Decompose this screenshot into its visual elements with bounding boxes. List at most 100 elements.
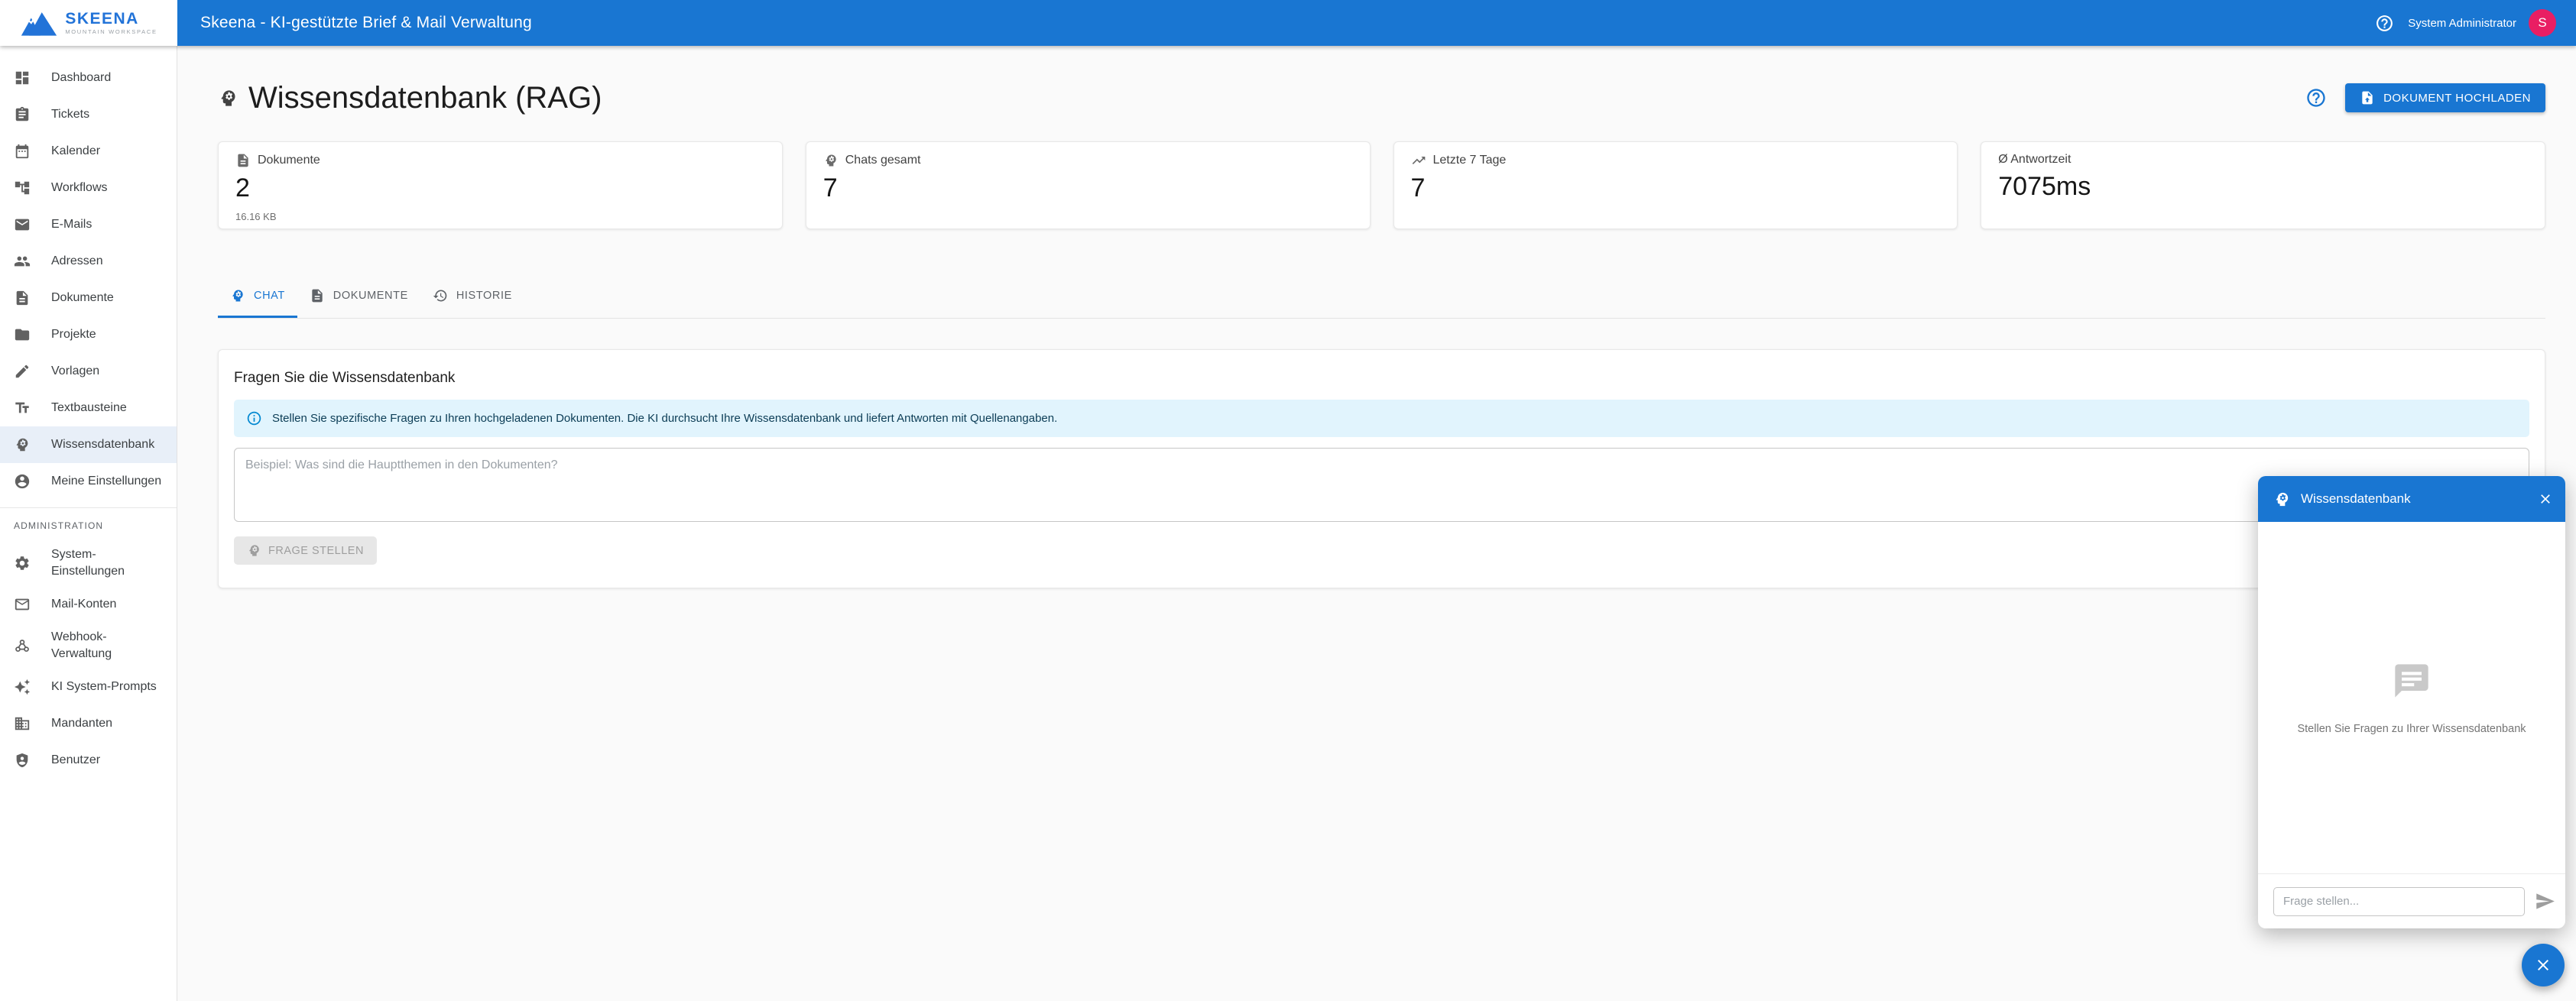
sidebar-item-label: Mandanten: [51, 715, 112, 732]
sidebar-item-tickets[interactable]: Tickets: [0, 96, 177, 133]
upload-file-icon: [2360, 90, 2375, 105]
psychology-icon: [823, 153, 839, 168]
chat-fab-close-button[interactable]: [2522, 944, 2565, 986]
close-icon[interactable]: [2538, 491, 2553, 507]
knowledge-chat-panel: Fragen Sie die Wissensdatenbank Stellen …: [218, 349, 2545, 588]
webhook-icon: [14, 637, 31, 654]
pencil-icon: [14, 363, 31, 380]
stat-label: Ø Antwortzeit: [1998, 153, 2071, 167]
send-icon[interactable]: [2535, 891, 2555, 912]
ask-button-label: FRAGE STELLEN: [268, 545, 364, 557]
stat-label: Chats gesamt: [845, 154, 921, 167]
sidebar-item-label: Mail-Konten: [51, 596, 116, 613]
chat-widget-footer: [2258, 873, 2565, 928]
sidebar-item-label: Wissensdatenbank: [51, 436, 154, 453]
user-name: System Administrator: [2408, 17, 2516, 30]
tab-label: DOKUMENTE: [333, 290, 408, 302]
chat-widget: Wissensdatenbank Stellen Sie Fragen zu I…: [2258, 476, 2565, 928]
sidebar-item-workflows[interactable]: Workflows: [0, 170, 177, 206]
sidebar-item-benutzer[interactable]: Benutzer: [0, 742, 177, 779]
sidebar-item-system-einstellungen[interactable]: System- Einstellungen: [0, 540, 177, 586]
page-header: Wissensdatenbank (RAG) DOKUMENT HOCHLADE…: [218, 76, 2545, 119]
mountain-icon: [20, 8, 58, 37]
sidebar-item-mail-konten[interactable]: Mail-Konten: [0, 586, 177, 623]
document-icon: [14, 290, 31, 306]
stat-value: 7075ms: [1998, 172, 2528, 202]
tab-chat[interactable]: CHAT: [218, 275, 297, 318]
avatar[interactable]: S: [2529, 9, 2556, 37]
psychology-icon: [2273, 491, 2291, 508]
admin-section-label: ADMINISTRATION: [0, 513, 177, 540]
mail-outline-icon: [14, 596, 31, 613]
document-icon: [235, 153, 251, 168]
sidebar-item-label: System- Einstellungen: [51, 546, 125, 579]
stat-value: 7: [1411, 173, 1941, 203]
sidebar-item-label: Webhook- Verwaltung: [51, 629, 112, 662]
chat-widget-input[interactable]: [2273, 887, 2525, 916]
sidebar-item-emails[interactable]: E-Mails: [0, 206, 177, 243]
gear-icon: [14, 555, 31, 572]
user-shield-icon: [14, 752, 31, 769]
sidebar-item-kalender[interactable]: Kalender: [0, 133, 177, 170]
sidebar-item-label: Vorlagen: [51, 363, 99, 380]
sidebar-item-label: Adressen: [51, 253, 103, 270]
stat-value: 2: [235, 173, 765, 203]
tab-label: CHAT: [254, 290, 285, 302]
sidebar-item-label: Textbausteine: [51, 400, 127, 416]
question-input[interactable]: [234, 448, 2529, 522]
info-alert: Stellen Sie spezifische Fragen zu Ihren …: [234, 400, 2529, 437]
trending-up-icon: [1411, 153, 1426, 168]
sidebar-item-webhook-verwaltung[interactable]: Webhook- Verwaltung: [0, 623, 177, 669]
sidebar-item-label: Kalender: [51, 143, 100, 160]
sidebar-item-wissensdatenbank[interactable]: Wissensdatenbank: [0, 426, 177, 463]
ask-question-button[interactable]: FRAGE STELLEN: [234, 536, 377, 565]
stat-sub: 16.16 KB: [235, 211, 765, 222]
text-fields-icon: [14, 400, 31, 416]
stat-card-antwortzeit: Ø Antwortzeit 7075ms: [1981, 141, 2545, 229]
stat-card-letzte-7-tage: Letzte 7 Tage 7: [1393, 141, 1958, 229]
sparkles-icon: [14, 679, 31, 695]
sidebar-item-mandanten[interactable]: Mandanten: [0, 705, 177, 742]
help-icon[interactable]: [2305, 87, 2327, 109]
tab-bar: CHAT DOKUMENTE HISTORIE: [218, 275, 2545, 319]
upload-document-button[interactable]: DOKUMENT HOCHLADEN: [2345, 83, 2545, 112]
stat-value: 7: [823, 173, 1353, 203]
sidebar-item-dashboard[interactable]: Dashboard: [0, 60, 177, 96]
sidebar-item-vorlagen[interactable]: Vorlagen: [0, 353, 177, 390]
sidebar-item-projekte[interactable]: Projekte: [0, 316, 177, 353]
sidebar-item-meine-einstellungen[interactable]: Meine Einstellungen: [0, 463, 177, 500]
tab-historie[interactable]: HISTORIE: [420, 275, 524, 318]
upload-button-label: DOKUMENT HOCHLADEN: [2383, 92, 2531, 105]
app-title: Skeena - KI-gestützte Brief & Mail Verwa…: [200, 14, 532, 32]
sidebar-item-dokumente[interactable]: Dokumente: [0, 280, 177, 316]
stat-label: Dokumente: [258, 154, 320, 167]
sidebar-item-label: Benutzer: [51, 752, 100, 769]
psychology-icon: [218, 88, 238, 109]
brand-name: SKEENA: [65, 11, 157, 27]
chat-widget-title: Wissensdatenbank: [2301, 491, 2528, 507]
brand-tagline: MOUNTAIN WORKSPACE: [65, 29, 157, 35]
sidebar-item-ki-system-prompts[interactable]: KI System-Prompts: [0, 669, 177, 705]
dashboard-icon: [14, 70, 31, 86]
sidebar-item-textbausteine[interactable]: Textbausteine: [0, 390, 177, 426]
sidebar-item-label: Workflows: [51, 180, 108, 196]
calendar-icon: [14, 143, 31, 160]
psychology-icon: [230, 288, 245, 303]
stat-label: Letzte 7 Tage: [1433, 154, 1507, 167]
help-icon[interactable]: [2375, 14, 2394, 33]
sidebar-item-label: KI System-Prompts: [51, 679, 157, 695]
stats-row: Dokumente 2 16.16 KB Chats gesamt 7 Letz…: [218, 141, 2545, 229]
chat-bubble-icon: [2392, 661, 2432, 705]
sidebar-item-label: Meine Einstellungen: [51, 473, 161, 490]
top-bar: SKEENA MOUNTAIN WORKSPACE Skeena - KI-ge…: [0, 0, 2576, 46]
sidebar-item-label: E-Mails: [51, 216, 92, 233]
folder-icon: [14, 326, 31, 343]
sidebar-item-adressen[interactable]: Adressen: [0, 243, 177, 280]
main-content: Wissensdatenbank (RAG) DOKUMENT HOCHLADE…: [178, 46, 2576, 588]
sidebar-divider: [0, 507, 177, 508]
app-bar: Skeena - KI-gestützte Brief & Mail Verwa…: [177, 0, 2576, 46]
sidebar-item-label: Dokumente: [51, 290, 114, 306]
tab-dokumente[interactable]: DOKUMENTE: [297, 275, 420, 318]
history-icon: [433, 288, 448, 303]
workflow-tree-icon: [14, 180, 31, 196]
